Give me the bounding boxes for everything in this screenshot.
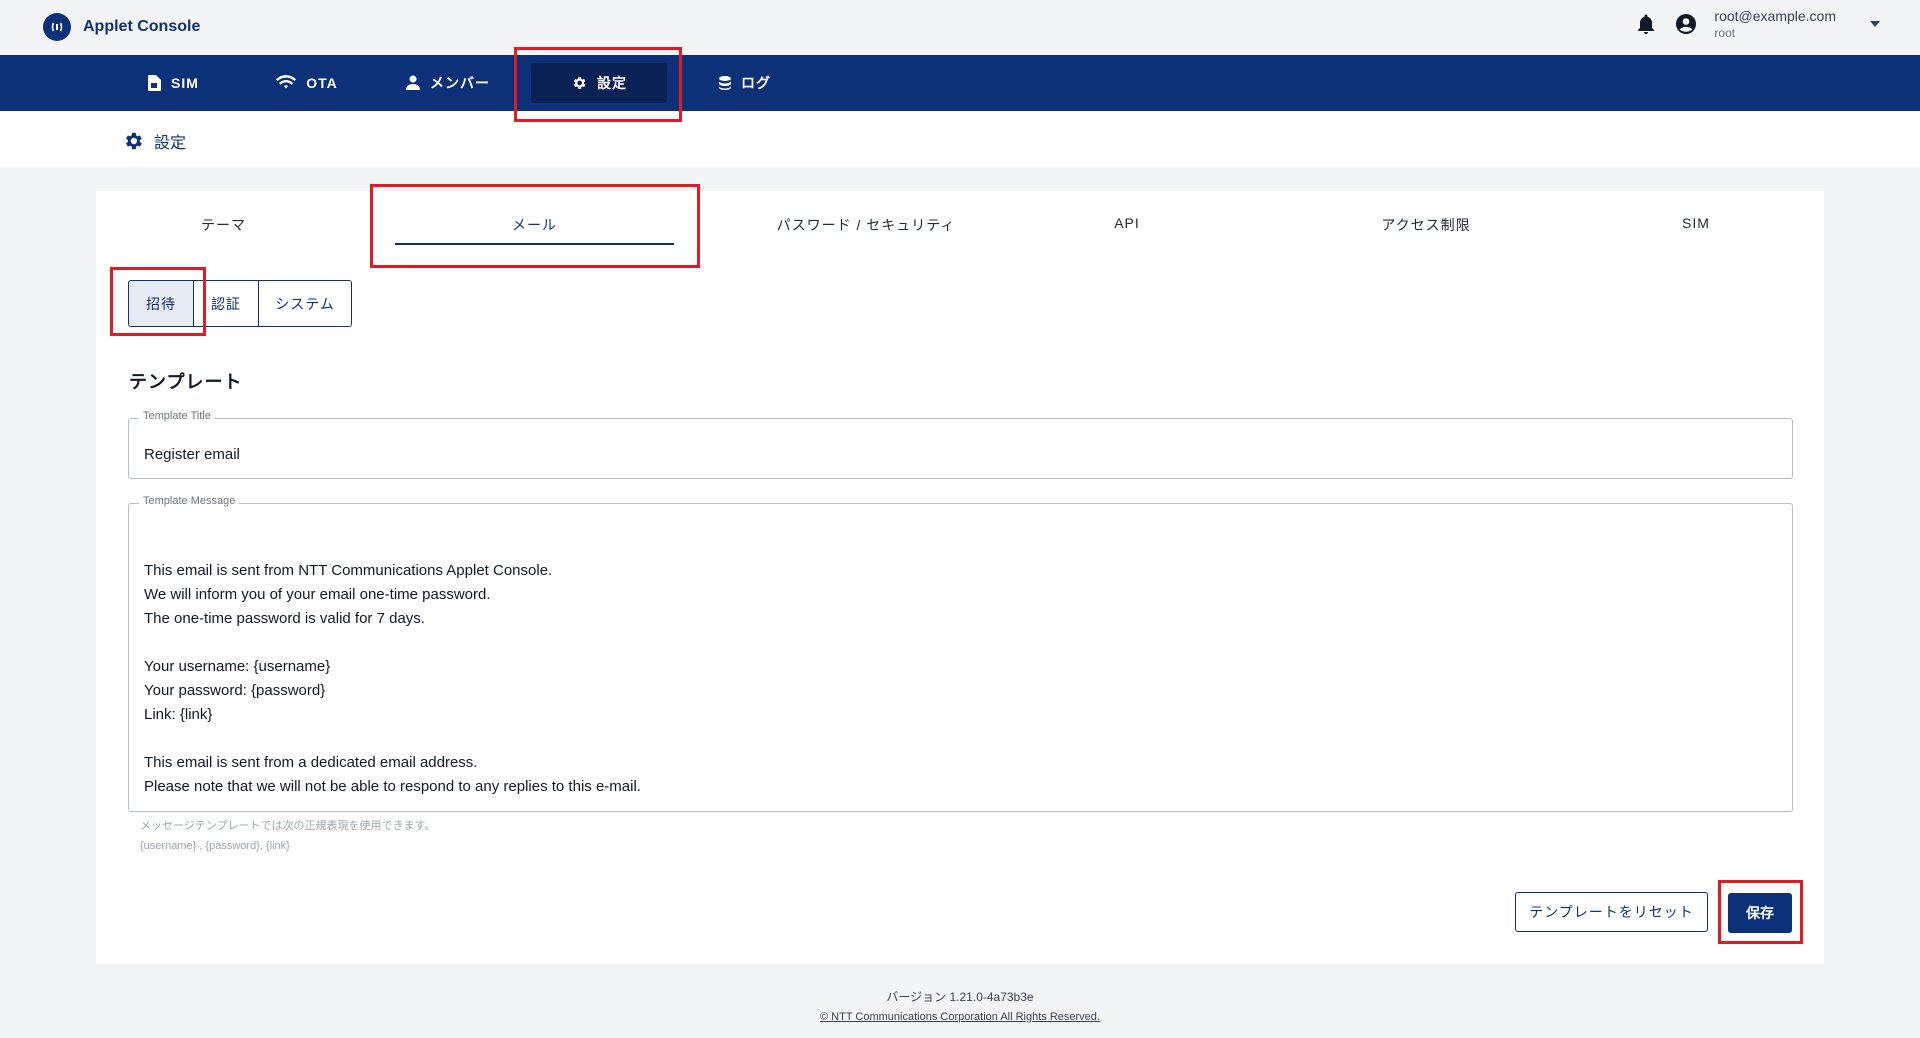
field-label: Template Title [139, 410, 215, 422]
top-header: Applet Console root@example.com root [0, 0, 1920, 55]
gear-icon [573, 77, 586, 89]
user-email: root@example.com [1714, 8, 1836, 24]
nav-item-label: OTA [306, 75, 338, 91]
tab-label: アクセス制限 [1381, 217, 1471, 233]
message-line: Your password: {password} [144, 682, 326, 699]
bell-icon[interactable] [1634, 12, 1658, 36]
nav-item-label: 設定 [597, 75, 627, 91]
tab-password-security[interactable]: パスワード / セキュリティ [716, 215, 1016, 245]
subtab-system[interactable]: システム [259, 281, 351, 326]
applet-logo-icon [43, 13, 71, 41]
nav-item-label: メンバー [430, 75, 490, 91]
template-message-field[interactable]: Template Message This email is sent from… [128, 495, 1793, 812]
user-area: root@example.com root [1634, 8, 1880, 40]
template-title-input[interactable]: Register email [144, 446, 240, 463]
nav-item-sim[interactable]: SIM [118, 63, 228, 103]
save-button[interactable]: 保存 [1728, 893, 1792, 933]
breadcrumb-item: 設定 [122, 129, 186, 153]
subtab-auth[interactable]: 認証 [194, 281, 259, 326]
page-title: 設定 [154, 135, 187, 152]
message-line: This email is sent from a dedicated emai… [144, 754, 478, 771]
subtab-label: システム [275, 295, 335, 312]
message-line: Please note that we will not be able to … [144, 778, 641, 795]
tab-theme[interactable]: テーマ [136, 215, 311, 245]
user-role: root [1714, 26, 1736, 40]
chevron-down-icon[interactable] [1870, 21, 1880, 27]
settings-tabs: テーマ メール パスワード / セキュリティ API アクセス制限 SIM [96, 191, 1824, 253]
tab-sim[interactable]: SIM [1636, 215, 1756, 245]
tab-label: メール [512, 217, 557, 233]
nav-item-label: ログ [741, 75, 771, 91]
tab-access-restriction[interactable]: アクセス制限 [1326, 215, 1526, 245]
account-circle-icon[interactable] [1674, 12, 1698, 36]
mail-subtabs: 招待 認証 システム [128, 280, 352, 327]
section-title: テンプレート [129, 372, 243, 392]
settings-card: テーマ メール パスワード / セキュリティ API アクセス制限 SIM 招待… [96, 191, 1824, 964]
nav-item-ota[interactable]: OTA [252, 63, 362, 103]
wifi-icon [276, 75, 297, 89]
nav-item-logs[interactable]: ログ [700, 63, 790, 103]
tab-label: SIM [1682, 215, 1710, 231]
nav-item-settings[interactable]: 設定 [531, 63, 667, 103]
tab-api[interactable]: API [1056, 215, 1198, 245]
main-nav: SIM OTA メンバー 設定 ログ [0, 55, 1920, 111]
reset-template-button[interactable]: テンプレートをリセット [1515, 892, 1708, 932]
database-icon [719, 76, 731, 90]
tab-label: パスワード / セキュリティ [776, 217, 956, 233]
copyright-link[interactable]: © NTT Communications Corporation All Rig… [820, 1011, 1100, 1023]
message-line: Your username: {username} [144, 658, 331, 675]
nav-item-members[interactable]: メンバー [398, 63, 498, 103]
tab-label: テーマ [201, 217, 246, 233]
subtab-label: 招待 [146, 295, 176, 312]
sim-card-icon [148, 75, 162, 91]
gear-icon [126, 132, 142, 150]
person-icon [406, 75, 420, 90]
field-label: Template Message [139, 495, 240, 507]
template-title-field[interactable]: Template Title Register email [128, 410, 1793, 479]
helper-text: メッセージテンプレートでは次の正規表現を使用できます。 {username} ,… [140, 816, 435, 856]
user-menu[interactable]: root@example.com root [1714, 8, 1836, 40]
message-line [144, 727, 641, 751]
version-text: バージョン 1.21.0-4a73b3e [886, 990, 1034, 1004]
tab-mail[interactable]: メール [395, 215, 674, 245]
message-line: This email is sent from NTT Communicatio… [144, 562, 553, 579]
breadcrumb: 設定 [0, 111, 1920, 167]
message-line [144, 631, 641, 655]
message-line: The one-time password is valid for 7 day… [144, 610, 425, 627]
subtab-label: 認証 [211, 295, 241, 312]
tab-label: API [1114, 215, 1140, 231]
footer: バージョン 1.21.0-4a73b3e © NTT Communication… [0, 988, 1920, 1023]
brand[interactable]: Applet Console [43, 13, 200, 41]
app-name: Applet Console [83, 18, 201, 35]
helper-line: {username} , {password}, {link} [140, 840, 290, 852]
nav-item-label: SIM [171, 75, 199, 91]
template-message-textarea[interactable]: This email is sent from NTT Communicatio… [144, 559, 641, 799]
subtab-invite[interactable]: 招待 [129, 281, 194, 326]
helper-line: メッセージテンプレートでは次の正規表現を使用できます。 [140, 820, 436, 832]
message-line: We will inform you of your email one-tim… [144, 586, 491, 603]
message-line: Link: {link} [144, 706, 213, 723]
